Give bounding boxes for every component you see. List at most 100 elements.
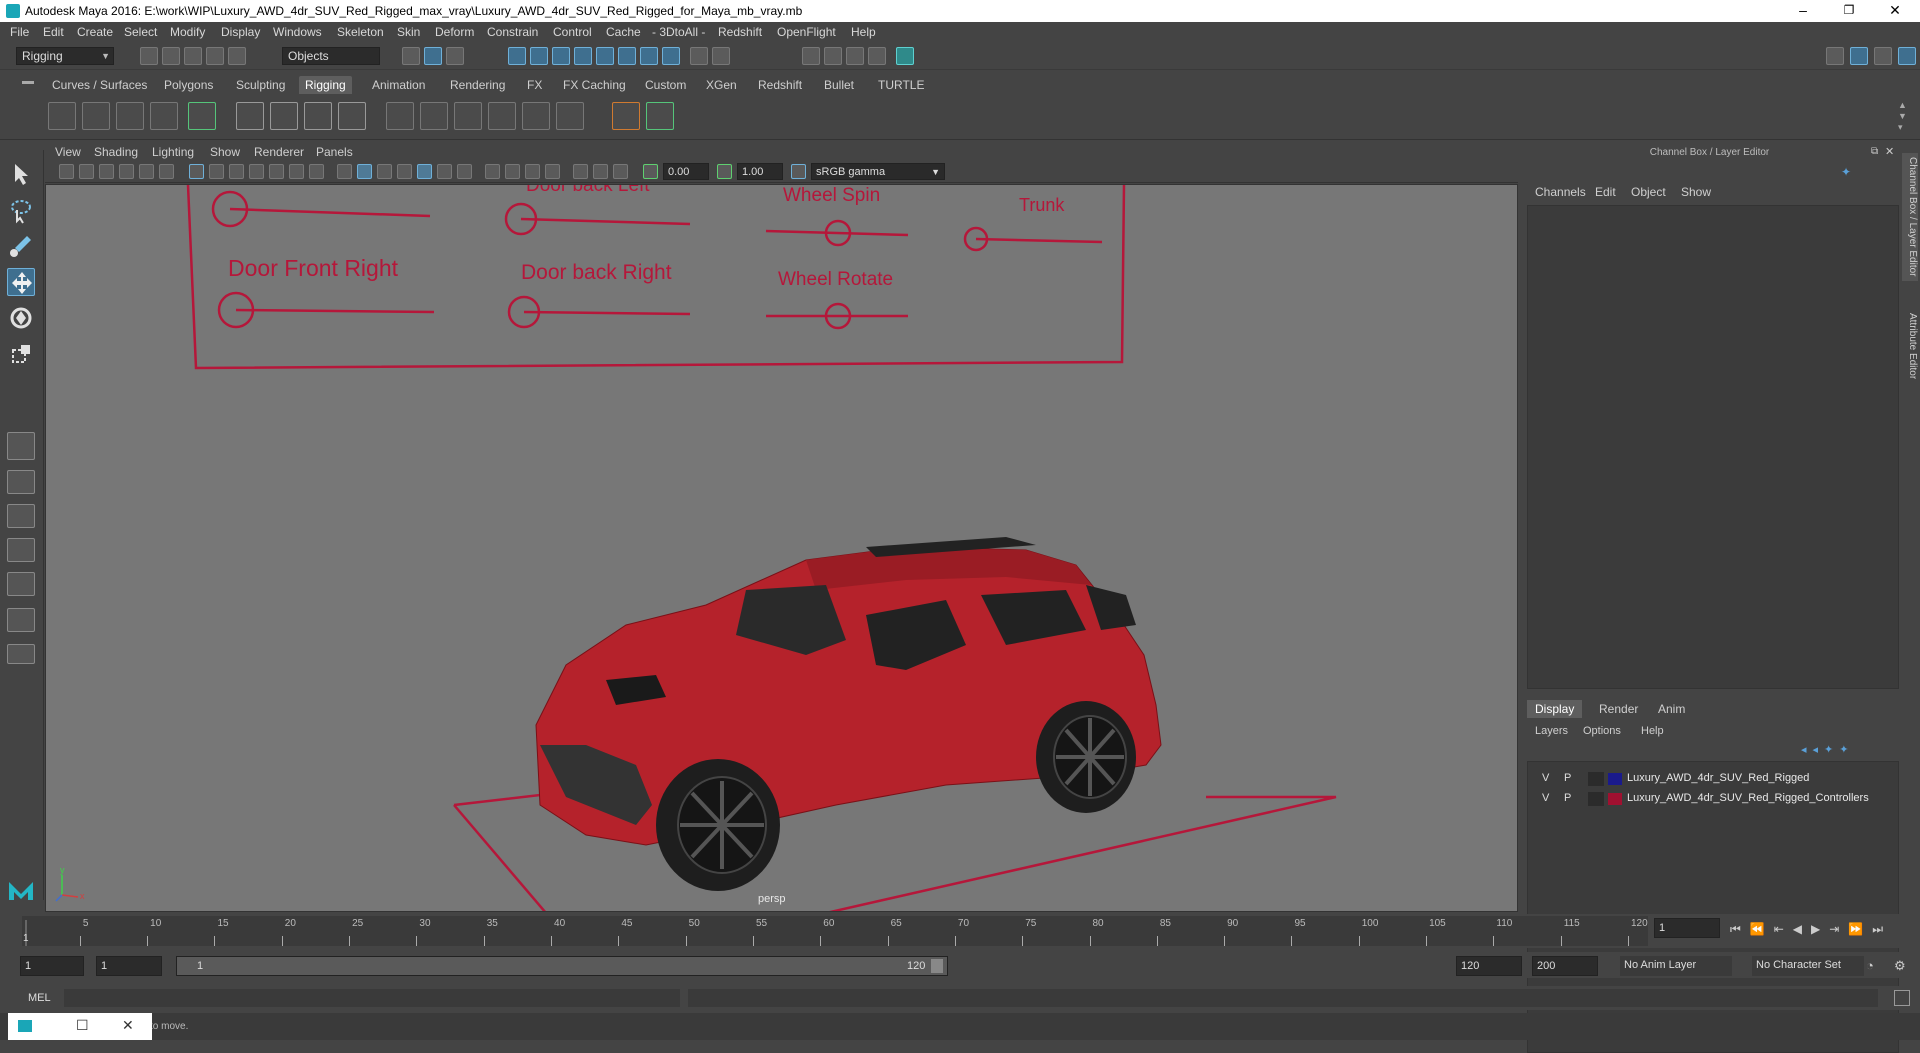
gate-mask-icon[interactable] <box>249 164 264 179</box>
persp-graph-layout-icon[interactable] <box>7 538 35 562</box>
help-query-icon[interactable] <box>662 47 680 65</box>
maximize-button[interactable]: ❐ <box>1826 0 1872 22</box>
minimized-window-bar[interactable]: ☐ ✕ <box>8 1013 152 1040</box>
scale-constraint-icon[interactable] <box>488 102 516 130</box>
layers-menu[interactable]: Layers <box>1535 725 1568 737</box>
rotate-tool-icon[interactable] <box>7 304 35 332</box>
cluster-icon[interactable] <box>338 102 366 130</box>
menu-select[interactable]: Select <box>124 25 157 39</box>
snap-curve-icon[interactable] <box>530 47 548 65</box>
shelf-tab-custom[interactable]: Custom <box>639 76 692 94</box>
layer-visibility-toggle[interactable]: V <box>1542 772 1549 784</box>
layer-visibility-toggle[interactable]: V <box>1542 792 1549 804</box>
gamma-field[interactable]: 1.00 <box>737 163 783 180</box>
shelf-tab-xgen[interactable]: XGen <box>700 76 743 94</box>
selection-mode-dropdown[interactable]: Objects <box>282 47 380 65</box>
layer-row[interactable]: V P Luxury_AWD_4dr_SUV_Red_Rigged <box>1528 770 1898 788</box>
joint-tool-icon[interactable] <box>48 102 76 130</box>
menu-skeleton[interactable]: Skeleton <box>337 25 384 39</box>
script-editor-icon[interactable] <box>1894 990 1910 1006</box>
snap-surface-icon[interactable] <box>618 47 636 65</box>
anim-layer-dropdown[interactable]: No Anim Layer <box>1620 956 1732 976</box>
viewport-menu-lighting[interactable]: Lighting <box>152 145 194 159</box>
viewport-menu-view[interactable]: View <box>55 145 81 159</box>
parent-constraint-icon[interactable] <box>386 102 414 130</box>
side-tab-channel-box[interactable]: Channel Box / Layer Editor <box>1902 153 1918 281</box>
xray-active-icon[interactable] <box>593 164 608 179</box>
select-by-component-icon[interactable] <box>446 47 464 65</box>
viewport-menu-panels[interactable]: Panels <box>316 145 353 159</box>
shelf-scroll-icon[interactable]: ▲ ▼ ▾ <box>1898 100 1910 134</box>
hypershade-layout-icon[interactable] <box>7 608 35 632</box>
menu-openflight[interactable]: OpenFlight <box>777 25 836 39</box>
menu-display[interactable]: Display <box>221 25 260 39</box>
channel-box-toggle-icon[interactable] <box>1874 47 1892 65</box>
toggle-panel-icon[interactable] <box>1850 47 1868 65</box>
perspective-viewport[interactable]: Door back Left Wheel Spin Trunk Door Fro… <box>45 184 1518 912</box>
wireframe-icon[interactable] <box>337 164 352 179</box>
textured-icon[interactable] <box>397 164 412 179</box>
depth-of-field-icon[interactable] <box>525 164 540 179</box>
menu-redshift[interactable]: Redshift <box>718 25 762 39</box>
bookmark-icon[interactable] <box>99 164 114 179</box>
layer-color-swatch[interactable] <box>1608 793 1622 805</box>
timeline-ruler[interactable]: 1 5 10 15 20 25 30 35 40 45 50 55 60 65 70 75 80 85 90 95 1… <box>22 916 1648 946</box>
shelf-tab-rendering[interactable]: Rendering <box>444 76 511 94</box>
channels-menu[interactable]: Channels <box>1535 185 1586 199</box>
menu-3dtoall[interactable]: - 3DtoAll - <box>652 25 705 39</box>
layer-color-swatch[interactable] <box>1608 773 1622 785</box>
side-tab-attribute-editor[interactable]: Attribute Editor <box>1902 313 1918 379</box>
auto-key-icon[interactable]: ◔ <box>1866 958 1874 973</box>
character-set-dropdown[interactable]: No Character Set <box>1752 956 1864 976</box>
menu-modify[interactable]: Modify <box>170 25 205 39</box>
grid-toggle-icon[interactable] <box>189 164 204 179</box>
snap-view-plane-icon[interactable] <box>574 47 592 65</box>
move-tool-icon[interactable] <box>7 268 35 296</box>
snap-live-icon[interactable] <box>596 47 614 65</box>
wireframe-on-shaded-icon[interactable] <box>377 164 392 179</box>
ik-spline-icon[interactable] <box>116 102 144 130</box>
ambient-occlusion-icon[interactable] <box>457 164 472 179</box>
animation-end-field[interactable]: 200 <box>1532 956 1598 976</box>
shelf-tab-turtle[interactable]: TURTLE <box>872 76 930 94</box>
playback-end-field[interactable]: 120 <box>1456 956 1522 976</box>
range-slider[interactable]: 1 120 <box>176 956 948 976</box>
select-tool-icon[interactable] <box>7 160 35 188</box>
view-transform-dropdown[interactable]: sRGB gamma ▼ <box>811 163 945 180</box>
restore-window-icon[interactable] <box>18 1020 32 1032</box>
xray-joints-icon[interactable] <box>613 164 628 179</box>
point-constraint-icon[interactable] <box>420 102 448 130</box>
shelf-tab-sculpting[interactable]: Sculpting <box>230 76 291 94</box>
select-by-object-icon[interactable] <box>424 47 442 65</box>
single-perspective-layout-icon[interactable] <box>7 432 35 460</box>
menu-windows[interactable]: Windows <box>273 25 322 39</box>
isolate-select-icon[interactable] <box>545 164 560 179</box>
make-live-icon[interactable] <box>640 47 658 65</box>
use-all-lights-icon[interactable] <box>417 164 432 179</box>
field-chart-icon[interactable] <box>269 164 284 179</box>
save-scene-icon[interactable] <box>184 47 202 65</box>
channel-object-menu[interactable]: Object <box>1631 185 1666 199</box>
safe-title-icon[interactable] <box>309 164 324 179</box>
bind-skin-icon[interactable] <box>236 102 264 130</box>
paint-weights-icon[interactable] <box>270 102 298 130</box>
persp-outliner-layout-icon[interactable] <box>7 504 35 528</box>
menu-edit[interactable]: Edit <box>43 25 64 39</box>
locator-icon[interactable] <box>612 102 640 130</box>
channel-edit-menu[interactable]: Edit <box>1595 185 1616 199</box>
layer-display-type[interactable] <box>1588 792 1604 806</box>
xray-icon[interactable] <box>573 164 588 179</box>
render-settings-icon[interactable] <box>802 47 820 65</box>
orient-constraint-icon[interactable] <box>454 102 482 130</box>
shelf-tab-curves-surfaces[interactable]: Curves / Surfaces <box>46 76 153 94</box>
exposure-field[interactable]: 0.00 <box>663 163 709 180</box>
float-panel-icon[interactable]: ⧉ <box>1871 146 1878 157</box>
current-frame-field[interactable]: 1 <box>1654 918 1720 938</box>
color-management-icon[interactable] <box>791 164 806 179</box>
animation-start-field[interactable]: 1 <box>20 956 84 976</box>
lock-icon[interactable] <box>690 47 708 65</box>
layer-options-menu[interactable]: Options <box>1583 725 1621 737</box>
playback-start-field[interactable]: 1 <box>96 956 162 976</box>
menu-constrain[interactable]: Constrain <box>487 25 538 39</box>
range-slider-handle[interactable] <box>931 959 943 973</box>
